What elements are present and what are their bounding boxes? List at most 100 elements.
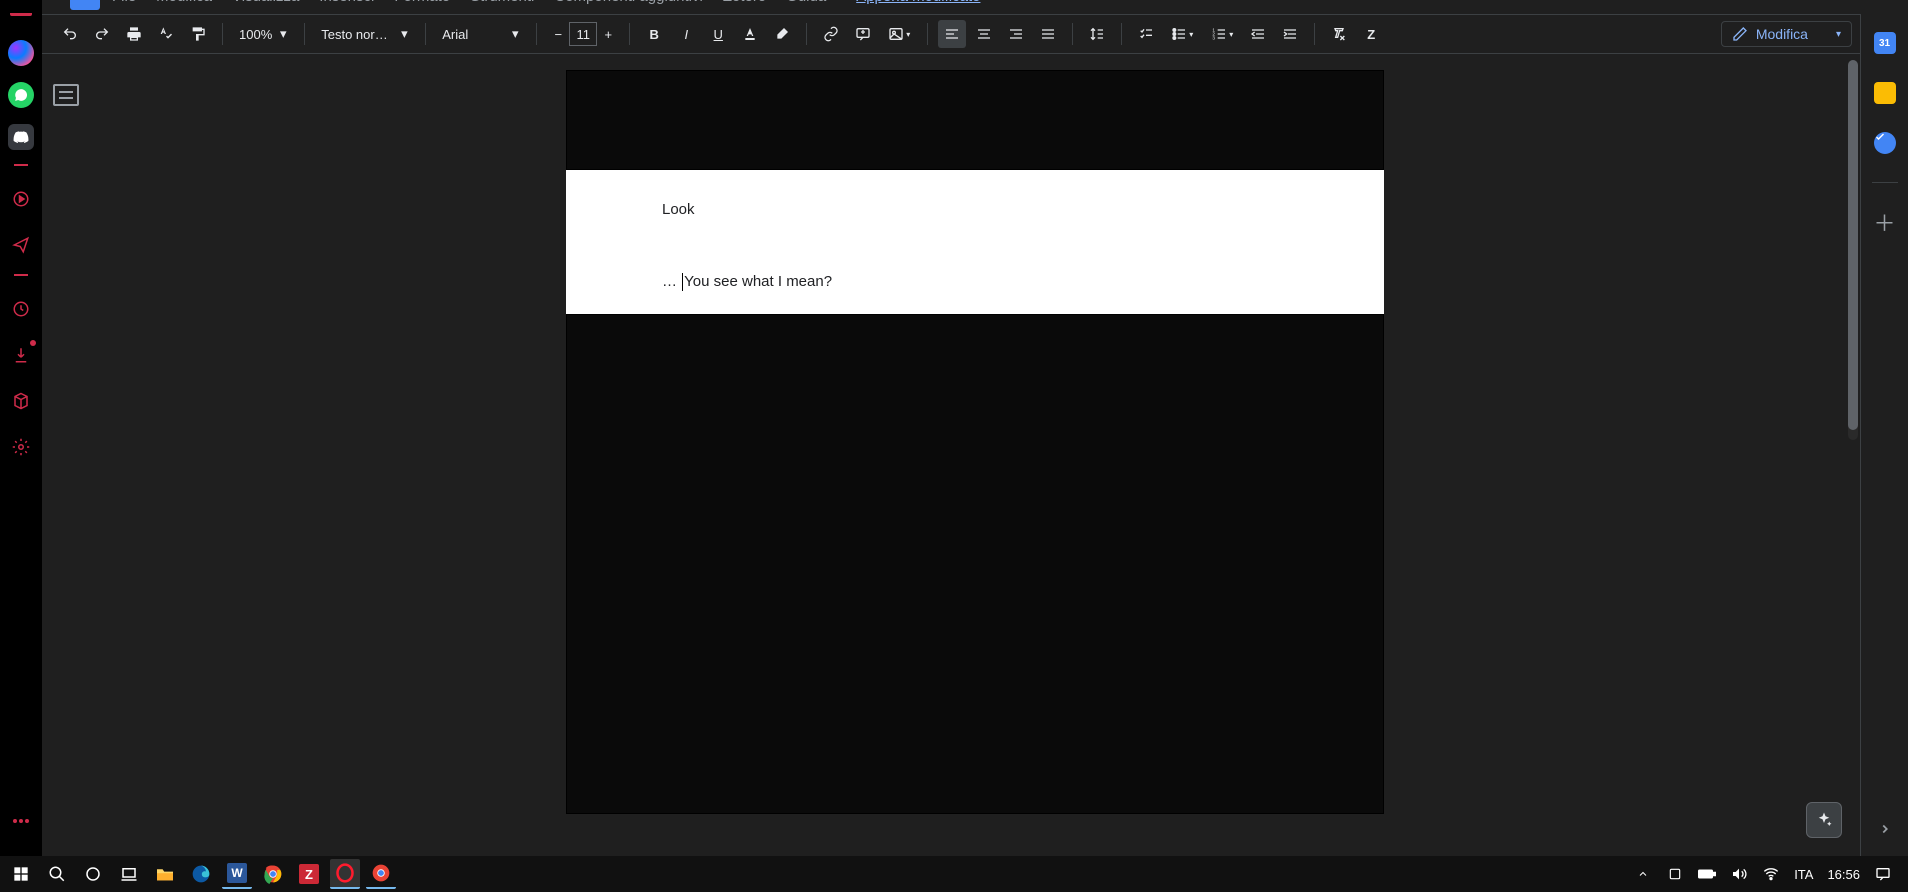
page-content[interactable]: Look … You see what I mean? bbox=[566, 170, 1384, 314]
word-icon[interactable]: W bbox=[222, 859, 252, 889]
dock-messenger-icon[interactable] bbox=[8, 40, 34, 66]
tray-focus-icon[interactable] bbox=[1666, 865, 1684, 883]
doc-line-2b: You see what I mean? bbox=[684, 273, 832, 290]
page-bottom-area[interactable] bbox=[566, 314, 1384, 814]
bold-button[interactable]: B bbox=[640, 20, 668, 48]
outline-toggle-icon[interactable] bbox=[53, 84, 79, 106]
menu-addons[interactable]: Componenti aggiuntivi bbox=[554, 0, 702, 5]
spellcheck-button[interactable] bbox=[152, 20, 180, 48]
tray-clock[interactable]: 16:56 bbox=[1827, 867, 1860, 882]
insert-link-button[interactable] bbox=[817, 20, 845, 48]
align-right-button[interactable] bbox=[1002, 20, 1030, 48]
insert-comment-button[interactable] bbox=[849, 20, 877, 48]
keep-icon[interactable] bbox=[1874, 82, 1896, 104]
tray-language[interactable]: ITA bbox=[1794, 867, 1813, 882]
cortana-button[interactable] bbox=[78, 859, 108, 889]
underline-button[interactable]: U bbox=[704, 20, 732, 48]
checklist-button[interactable] bbox=[1132, 20, 1160, 48]
dock-cube-icon[interactable] bbox=[6, 386, 36, 416]
redo-button[interactable] bbox=[88, 20, 116, 48]
dock-whatsapp-icon[interactable] bbox=[8, 82, 34, 108]
dock-discord-icon[interactable] bbox=[8, 124, 34, 150]
menu-edit[interactable]: Modifica bbox=[156, 0, 212, 5]
print-button[interactable] bbox=[120, 20, 148, 48]
align-center-button[interactable] bbox=[970, 20, 998, 48]
highlight-button[interactable] bbox=[768, 20, 796, 48]
insert-image-button[interactable]: ▾ bbox=[881, 20, 917, 48]
tray-battery-icon[interactable] bbox=[1698, 865, 1716, 883]
doc-line-1[interactable]: Look bbox=[662, 198, 1288, 222]
font-size-input[interactable] bbox=[569, 22, 597, 46]
increase-indent-button[interactable] bbox=[1276, 20, 1304, 48]
sidebar-separator bbox=[1872, 182, 1898, 183]
chrome-taskbar-icon-2[interactable] bbox=[366, 859, 396, 889]
chevron-down-icon: ▾ bbox=[278, 29, 288, 39]
doc-line-2a: … bbox=[662, 273, 681, 290]
document-scroll[interactable]: Look … You see what I mean? bbox=[90, 54, 1860, 856]
text-color-button[interactable] bbox=[736, 20, 764, 48]
scrollbar-track[interactable] bbox=[1848, 60, 1858, 440]
chrome-icon[interactable] bbox=[258, 859, 288, 889]
align-left-button[interactable] bbox=[938, 20, 966, 48]
explore-button[interactable] bbox=[1806, 802, 1842, 838]
page-top-margin[interactable] bbox=[566, 70, 1384, 170]
dock-settings-icon[interactable] bbox=[6, 432, 36, 462]
tray-notifications-icon[interactable] bbox=[1874, 865, 1892, 883]
start-button[interactable] bbox=[6, 859, 36, 889]
menu-format[interactable]: Formato bbox=[394, 0, 450, 5]
tray-chevron-icon[interactable] bbox=[1634, 865, 1652, 883]
scrollbar-thumb[interactable] bbox=[1848, 60, 1858, 430]
zoom-dropdown[interactable]: 100% ▾ bbox=[233, 20, 294, 48]
editing-mode-dropdown[interactable]: Modifica ▾ bbox=[1721, 21, 1852, 47]
dock-opera-badge[interactable] bbox=[6, 0, 36, 24]
task-view-button[interactable] bbox=[114, 859, 144, 889]
add-addon-button[interactable]: ＋ bbox=[1874, 211, 1896, 233]
tray-volume-icon[interactable] bbox=[1730, 865, 1748, 883]
menu-file[interactable]: File bbox=[112, 0, 136, 5]
separator bbox=[806, 23, 807, 45]
menu-zotero[interactable]: Zotero bbox=[723, 0, 766, 5]
menu-view[interactable]: Visualizza bbox=[232, 0, 299, 5]
paint-format-button[interactable] bbox=[184, 20, 212, 48]
calendar-icon[interactable]: 31 bbox=[1874, 32, 1896, 54]
dock-more-icon[interactable] bbox=[6, 806, 36, 836]
menu-insert[interactable]: Inserisci bbox=[319, 0, 374, 5]
menu-bar: File Modifica Visualizza Inserisci Forma… bbox=[42, 0, 1908, 14]
decrease-indent-button[interactable] bbox=[1244, 20, 1272, 48]
docs-logo-icon[interactable] bbox=[70, 0, 100, 10]
font-size-decrease[interactable]: − bbox=[547, 20, 569, 48]
doc-line-2[interactable]: … You see what I mean? bbox=[662, 270, 1288, 294]
line-spacing-button[interactable] bbox=[1083, 20, 1111, 48]
zotero-button[interactable]: Z bbox=[1357, 20, 1385, 48]
bulleted-list-button[interactable]: ▾ bbox=[1164, 20, 1200, 48]
system-tray: ITA 16:56 bbox=[1634, 865, 1902, 883]
align-justify-button[interactable] bbox=[1034, 20, 1062, 48]
numbered-list-button[interactable]: 123 ▾ bbox=[1204, 20, 1240, 48]
font-dropdown[interactable]: Arial ▾ bbox=[436, 20, 526, 48]
dock-download-icon[interactable] bbox=[6, 340, 36, 370]
clear-formatting-button[interactable] bbox=[1325, 20, 1353, 48]
chevron-down-icon: ▾ bbox=[1836, 29, 1841, 40]
zotero-taskbar-icon[interactable]: Z bbox=[294, 859, 324, 889]
tray-wifi-icon[interactable] bbox=[1762, 865, 1780, 883]
hide-sidepanel-button[interactable] bbox=[1878, 822, 1892, 836]
toolbar: 100% ▾ Testo norm... ▾ Arial ▾ − + B I U… bbox=[42, 14, 1908, 54]
dock-send-icon[interactable] bbox=[6, 230, 36, 260]
search-button[interactable] bbox=[42, 859, 72, 889]
right-sidebar: 31 ＋ bbox=[1860, 14, 1908, 856]
paragraph-style-dropdown[interactable]: Testo norm... ▾ bbox=[315, 20, 415, 48]
separator bbox=[927, 23, 928, 45]
menu-tools[interactable]: Strumenti bbox=[470, 0, 534, 5]
last-edit-link[interactable]: Appena modificato bbox=[856, 0, 980, 5]
dock-play-icon[interactable] bbox=[6, 184, 36, 214]
menu-help[interactable]: Guida bbox=[786, 0, 826, 5]
edge-icon[interactable] bbox=[186, 859, 216, 889]
file-explorer-icon[interactable] bbox=[150, 859, 180, 889]
dock-history-icon[interactable] bbox=[6, 294, 36, 324]
font-size-increase[interactable]: + bbox=[597, 20, 619, 48]
calendar-day: 31 bbox=[1879, 38, 1890, 49]
undo-button[interactable] bbox=[56, 20, 84, 48]
italic-button[interactable]: I bbox=[672, 20, 700, 48]
opera-taskbar-icon[interactable] bbox=[330, 859, 360, 889]
tasks-icon[interactable] bbox=[1874, 132, 1896, 154]
